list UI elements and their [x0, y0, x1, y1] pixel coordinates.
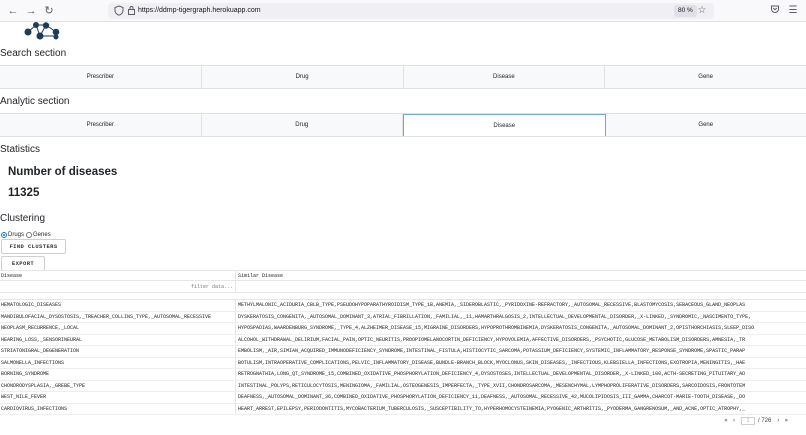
disease-cell: BORNING_SYNDROME — [0, 369, 236, 380]
url-text[interactable]: https://ddmp-tigergraph.herokuapp.com — [138, 5, 261, 17]
similar-disease-cell: HYPOSPADIAS,WAARDENBURG_SYNDROME,_TYPE_4… — [238, 325, 755, 331]
export-button[interactable]: EXPORT — [1, 256, 45, 271]
table-header: Disease Similar Disease — [0, 270, 806, 281]
clustering-title: Clustering — [0, 213, 46, 224]
column-header-similar-disease[interactable]: Similar Disease — [236, 271, 806, 280]
table-row[interactable]: NEOPLASM_RECURRENCE,_LOCAL HYPOSPADIAS,WA… — [0, 323, 806, 335]
back-arrow-icon[interactable]: ← — [6, 4, 20, 18]
disease-cell: HEMATOLOGIC_DISEASES — [0, 300, 236, 311]
pagination: « ‹ 1 / 726 › » — [722, 416, 790, 425]
analytic-tab-disease[interactable]: Disease — [403, 114, 606, 136]
table-row[interactable]: MANDIBULOFACIAL_DYSOSTOSIS,_TREACHER_COL… — [0, 311, 806, 323]
last-page-icon[interactable]: » — [782, 417, 790, 424]
disease-cell: STRIATONIGRAL_DEGENERATION — [0, 346, 236, 357]
analytic-tab-prescriber[interactable]: Prescriber — [0, 114, 202, 136]
similar-disease-cell: METHYLMALONIC_ACIDURIA_CBLB_TYPE,PSEUDOH… — [238, 302, 746, 308]
find-clusters-button[interactable]: FIND CLUSTERS — [1, 239, 66, 254]
forward-arrow-icon[interactable]: → — [24, 4, 38, 18]
bookmark-star-icon[interactable]: ☆ — [696, 5, 708, 17]
drugs-radio[interactable] — [1, 231, 7, 238]
filter-input[interactable] — [1, 282, 235, 292]
page-total: / 726 — [758, 417, 772, 424]
disease-cell: CHONDRODYSPLASIA,_GREBE_TYPE — [0, 380, 236, 391]
genes-radio-label[interactable]: Genes — [33, 232, 51, 238]
filter-row — [0, 281, 806, 293]
table-row[interactable]: SALMONELLA_INFECTIONS BOTULISM,INTRAOPERA… — [0, 357, 806, 369]
drugs-radio-label[interactable]: Drugs — [8, 232, 24, 238]
table-row[interactable]: CHONDRODYSPLASIA,_GREBE_TYPE INTESTINAL_P… — [0, 380, 806, 392]
similar-disease-cell: DEAFNESS,_AUTOSOMAL_DOMINANT_36,COMBINED… — [238, 394, 746, 400]
similar-disease-cell: ALCOHOL_WITHDRAWAL_DELIRIUM,FACIAL_PAIN,… — [238, 336, 746, 343]
hamburger-menu-icon[interactable]: ☰ — [786, 4, 800, 18]
similar-disease-table: Disease Similar Disease HEMATOLOGIC_DISE… — [0, 270, 806, 415]
search-section-title: Search section — [0, 48, 67, 59]
analytic-tab-drug[interactable]: Drug — [201, 114, 403, 136]
pocket-icon[interactable] — [768, 4, 782, 18]
analytic-tabs: Prescriber Drug Disease Gene — [0, 113, 806, 137]
url-bar[interactable]: https://ddmp-tigergraph.herokuapp.com 80… — [108, 3, 714, 19]
disease-cell: MANDIBULOFACIAL_DYSOSTOSIS,_TREACHER_COL… — [0, 311, 236, 322]
reload-icon[interactable]: ↻ — [42, 4, 56, 18]
statistics-title: Statistics — [0, 144, 41, 155]
table-row[interactable]: BORNING_SYNDROME RETROGNATHIA,LONG_QT_SYN… — [0, 369, 806, 381]
genes-radio[interactable] — [26, 231, 33, 238]
disease-cell: SALMONELLA_INFECTIONS — [0, 357, 236, 368]
table-row[interactable]: HEARING_LOSS,_SENSORINEURAL ALCOHOL_WITHD… — [0, 334, 806, 346]
table-row[interactable]: WEST_NILE_FEVER DEAFNESS,_AUTOSOMAL_DOMIN… — [0, 392, 806, 404]
disease-cell: WEST_NILE_FEVER — [0, 392, 236, 403]
similar-disease-cell: INTESTINAL_POLYPS,RETICULOCYTOSIS,MENING… — [238, 382, 746, 389]
search-tabs: Prescriber Drug Disease Gene — [0, 65, 806, 89]
table-row[interactable]: HEMATOLOGIC_DISEASES METHYLMALONIC_ACIDUR… — [0, 300, 806, 312]
cluster-type-radio-group: Drugs Genes — [1, 230, 53, 239]
similar-disease-cell: RETROGNATHIA,LONG_QT_SYNDROME_15,COMBINE… — [238, 371, 746, 377]
zoom-level-badge[interactable]: 80 % — [674, 5, 697, 17]
shield-icon[interactable] — [113, 5, 125, 17]
filter-cell — [0, 281, 236, 293]
search-tab-disease[interactable]: Disease — [403, 66, 606, 88]
lock-icon[interactable] — [125, 5, 137, 17]
similar-disease-cell: EMBOLISM,_AIR,SIMIAN_ACQUIRED_IMMUNODEFI… — [238, 348, 746, 354]
analytic-tab-gene[interactable]: Gene — [605, 114, 806, 136]
metric-label: Number of diseases — [8, 166, 118, 178]
search-tab-drug[interactable]: Drug — [201, 66, 404, 88]
disease-cell: CARDIOVIRUS_INFECTIONS — [0, 403, 236, 414]
disease-cell: HEARING_LOSS,_SENSORINEURAL — [0, 334, 236, 345]
first-page-icon[interactable]: « — [722, 417, 730, 424]
column-header-disease[interactable]: Disease — [0, 271, 236, 280]
table-body: HEMATOLOGIC_DISEASES METHYLMALONIC_ACIDUR… — [0, 300, 806, 415]
table-spacer — [0, 293, 806, 300]
table-row[interactable]: STRIATONIGRAL_DEGENERATION EMBOLISM,_AIR,… — [0, 346, 806, 358]
similar-disease-cell: HEART_ARREST,EPILEPSY,PERIODONTITIS,MYCO… — [238, 405, 746, 412]
table-row[interactable]: CARDIOVIRUS_INFECTIONS HEART_ARREST,EPILE… — [0, 403, 806, 415]
app-logo — [24, 22, 60, 40]
metric-value: 11325 — [8, 187, 40, 199]
page-input[interactable]: 1 — [741, 416, 755, 425]
similar-disease-cell: DYSKERATOSIS_CONGENITA,_AUTOSOMAL_DOMINA… — [238, 313, 752, 320]
search-tab-prescriber[interactable]: Prescriber — [0, 66, 202, 88]
disease-cell: NEOPLASM_RECURRENCE,_LOCAL — [0, 323, 236, 334]
next-page-icon[interactable]: › — [774, 417, 782, 424]
similar-disease-cell: BOTULISM,INTRAOPERATIVE_COMPLICATIONS,PE… — [238, 359, 746, 366]
prev-page-icon[interactable]: ‹ — [730, 417, 738, 424]
search-tab-gene[interactable]: Gene — [605, 66, 806, 88]
analytic-section-title: Analytic section — [0, 96, 70, 107]
browser-toolbar: ← → ↻ https://ddmp-tigergraph.herokuapp.… — [0, 0, 806, 22]
